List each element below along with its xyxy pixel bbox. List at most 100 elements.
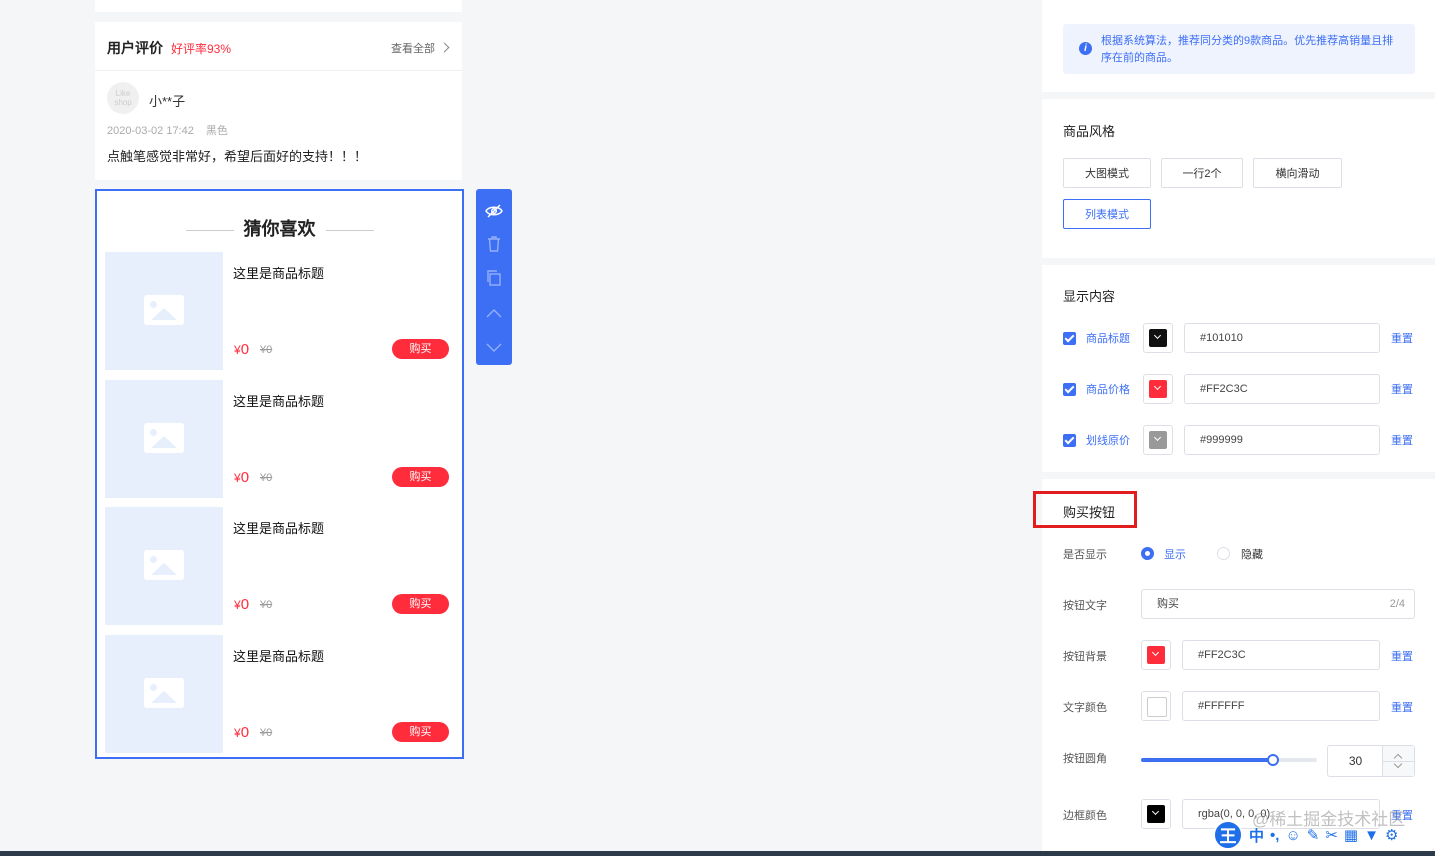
goods-title: 这里是商品标题 (233, 521, 325, 536)
title-color-picker[interactable] (1143, 323, 1173, 353)
goods-item[interactable]: 这里是商品标题 ¥0 ¥0 购买 (105, 380, 455, 498)
chevron-down-icon[interactable] (476, 333, 512, 363)
btn-text-counter: 2/4 (1389, 598, 1405, 610)
number-stepper[interactable] (1382, 746, 1414, 776)
btn-bg-input[interactable]: #FF2C3C (1182, 640, 1380, 670)
chevron-down-icon (1151, 648, 1160, 657)
review-date: 2020-03-02 17:42 (107, 125, 194, 137)
goods-price: ¥0 (234, 341, 249, 358)
buy-button[interactable]: 购买 (392, 339, 449, 359)
guess-title: 猜你喜欢 (243, 219, 316, 239)
price-color-input[interactable]: #FF2C3C (1184, 374, 1380, 404)
origin-color-picker[interactable] (1143, 425, 1173, 455)
goods-item[interactable]: 这里是商品标题 ¥0 ¥0 购买 (105, 507, 455, 625)
scissors-icon[interactable]: ✂ (1325, 826, 1338, 844)
reset-btn-bg[interactable]: 重置 (1391, 648, 1413, 664)
buy-button[interactable]: 购买 (392, 594, 449, 614)
section-divider (1042, 258, 1435, 265)
price-color-picker[interactable] (1143, 374, 1173, 404)
title-color-input[interactable]: #101010 (1184, 323, 1380, 353)
reset-text-color[interactable]: 重置 (1391, 699, 1413, 715)
goods-image (105, 635, 223, 753)
reset-price-color[interactable]: 重置 (1391, 381, 1413, 397)
chevron-down-icon (1153, 433, 1162, 442)
buy-button[interactable]: 购买 (392, 467, 449, 487)
title-line-left (185, 229, 234, 231)
chevron-down-icon (1153, 382, 1162, 391)
goods-title-label: 商品标题 (1086, 333, 1130, 345)
ime-language[interactable]: 中 (1249, 825, 1264, 846)
chevron-up-icon[interactable] (476, 298, 512, 328)
price-value: 0 (240, 469, 250, 486)
radius-slider[interactable] (1141, 754, 1317, 766)
text-color-label: 文字颜色 (1063, 702, 1107, 714)
goods-price-label: 商品价格 (1086, 384, 1130, 396)
display-section-title: 显示内容 (1063, 289, 1116, 304)
goods-title: 这里是商品标题 (233, 266, 325, 281)
goods-title-checkbox[interactable] (1063, 332, 1076, 345)
goods-image (105, 380, 223, 498)
guess-you-like-block[interactable]: 猜你喜欢 这里是商品标题 ¥0 ¥0 购买 这里是商品标题 ¥0 ¥0 购买 这… (95, 189, 464, 759)
price-symbol: ¥ (234, 598, 241, 612)
punctuation-icon[interactable]: •, (1270, 827, 1279, 844)
emoji-icon[interactable]: ☺ (1285, 827, 1300, 844)
origin-price-checkbox[interactable] (1063, 434, 1076, 447)
hide-option-label[interactable]: 隐藏 (1241, 546, 1263, 562)
pen-icon[interactable]: ✎ (1307, 826, 1320, 844)
trash-icon[interactable] (476, 229, 512, 259)
view-all-link[interactable]: 查看全部 (391, 40, 450, 56)
chevron-down-icon (1151, 807, 1160, 816)
copy-icon[interactable] (476, 263, 512, 293)
goods-item[interactable]: 这里是商品标题 ¥0 ¥0 购买 (105, 635, 455, 753)
border-color-picker[interactable] (1141, 799, 1171, 829)
review-text: 点触笔感觉非常好，希望后面好的支持！！！ (107, 149, 368, 164)
show-option-label[interactable]: 显示 (1164, 546, 1186, 562)
btn-text-input[interactable]: 购买 2/4 (1141, 589, 1415, 619)
reset-title-color[interactable]: 重置 (1391, 330, 1413, 346)
goods-price-checkbox[interactable] (1063, 383, 1076, 396)
btn-bg-label: 按钮背景 (1063, 651, 1107, 663)
section-divider (1042, 472, 1435, 479)
shirt-icon[interactable]: ▼ (1364, 827, 1379, 844)
goods-origin-price: ¥0 (260, 599, 273, 611)
goods-title: 这里是商品标题 (233, 394, 325, 409)
style-large-image[interactable]: 大图模式 (1063, 158, 1151, 188)
color-fill (1147, 805, 1165, 823)
image-placeholder-icon (144, 423, 184, 453)
style-list-mode[interactable]: 列表模式 (1063, 199, 1151, 229)
radius-label: 按钮圆角 (1063, 753, 1107, 765)
eye-off-icon[interactable] (476, 196, 512, 226)
price-value: 0 (240, 596, 250, 613)
text-color-input[interactable]: #FFFFFF (1182, 691, 1380, 721)
radius-number-input[interactable]: 30 (1327, 745, 1415, 777)
goods-item[interactable]: 这里是商品标题 ¥0 ¥0 购买 (105, 252, 455, 370)
ime-toolbar[interactable]: 王 中 •, ☺ ✎ ✂ ▦ ▼ ⚙ (1213, 818, 1433, 852)
price-symbol: ¥ (234, 471, 241, 485)
radius-value: 30 (1348, 754, 1363, 768)
gear-icon[interactable]: ⚙ (1385, 826, 1398, 844)
review-spec: 黑色 (205, 125, 228, 137)
taskbar-edge (0, 851, 1435, 856)
style-horizontal-scroll[interactable]: 横向滑动 (1253, 158, 1342, 188)
btn-bg-color-picker[interactable] (1141, 640, 1171, 670)
section-divider (1042, 92, 1435, 99)
price-symbol: ¥ (234, 343, 241, 357)
color-fill (1149, 431, 1167, 449)
ime-logo[interactable]: 王 (1213, 820, 1243, 850)
origin-color-input[interactable]: #999999 (1184, 425, 1380, 455)
title-line-right (325, 229, 374, 231)
hide-radio[interactable] (1217, 547, 1230, 560)
reset-origin-color[interactable]: 重置 (1391, 432, 1413, 448)
show-radio[interactable] (1141, 547, 1154, 560)
style-two-per-row[interactable]: 一行2个 (1161, 158, 1243, 188)
radius-slider-handle[interactable] (1267, 754, 1279, 766)
avatar: Like shop (107, 82, 139, 114)
keyboard-icon[interactable]: ▦ (1344, 826, 1358, 844)
text-color-picker[interactable] (1141, 691, 1171, 721)
chevron-right-icon (439, 42, 450, 53)
color-fill (1149, 329, 1167, 347)
review-card[interactable]: 用户评价 好评率93% 查看全部 Like shop 小**子 2020-03-… (95, 22, 462, 180)
buy-button[interactable]: 购买 (392, 722, 449, 742)
annotation-highlight-box (1033, 491, 1137, 528)
price-value: 0 (240, 724, 250, 741)
